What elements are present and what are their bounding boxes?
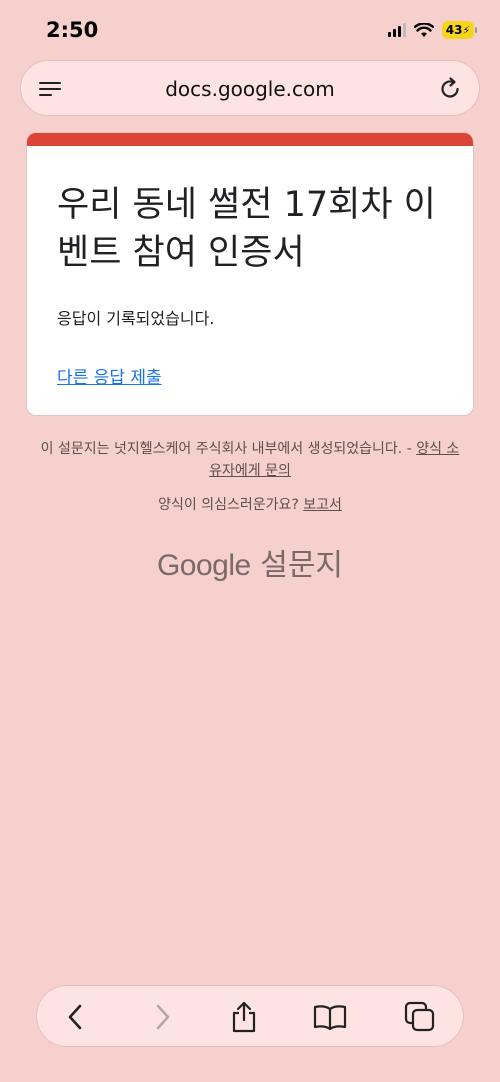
disclaimer-text: 이 설문지는 넛지헬스케어 주식회사 내부에서 생성되었습니다. - — [40, 441, 417, 457]
battery-level: 43 — [445, 23, 463, 37]
bottom-toolbar — [36, 985, 464, 1047]
share-icon[interactable] — [227, 1000, 261, 1034]
google-forms-logo: Google 설문지 — [0, 540, 500, 584]
response-recorded-message: 응답이 기록되었습니다. — [57, 309, 215, 328]
tabs-icon[interactable] — [403, 1000, 437, 1034]
abuse-question: 양식이 의심스러운가요? — [158, 497, 304, 513]
forward-icon[interactable] — [145, 1000, 179, 1034]
battery-icon: 43 ⚡ — [442, 21, 477, 39]
status-time: 2:50 — [46, 18, 99, 42]
brand-forms: 설문지 — [260, 548, 344, 583]
report-link[interactable]: 보고서 — [303, 497, 342, 513]
status-icons: 43 ⚡ — [388, 21, 477, 39]
brand-google: Google — [156, 549, 251, 582]
submit-another-response-link[interactable]: 다른 응답 제출 — [57, 363, 162, 388]
reload-icon[interactable] — [437, 76, 463, 102]
footer-disclaimer: 이 설문지는 넛지헬스케어 주식회사 내부에서 생성되었습니다. - 양식 소유… — [40, 438, 460, 482]
back-icon[interactable] — [59, 1000, 93, 1034]
card-accent-bar — [27, 133, 473, 146]
cellular-signal-icon — [388, 23, 406, 37]
bookmarks-icon[interactable] — [313, 1000, 347, 1034]
footer-abuse: 양식이 의심스러운가요? 보고서 — [0, 494, 500, 514]
wifi-icon — [414, 22, 434, 37]
url-text[interactable]: docs.google.com — [21, 77, 479, 101]
form-title: 우리 동네 썰전 17회차 이벤트 참여 인증서 — [57, 185, 436, 273]
form-confirmation-card: 우리 동네 썰전 17회차 이벤트 참여 인증서 응답이 기록되었습니다. 다른… — [26, 132, 474, 416]
address-bar[interactable]: docs.google.com — [20, 60, 480, 116]
status-bar: 2:50 43 ⚡ — [0, 0, 500, 60]
